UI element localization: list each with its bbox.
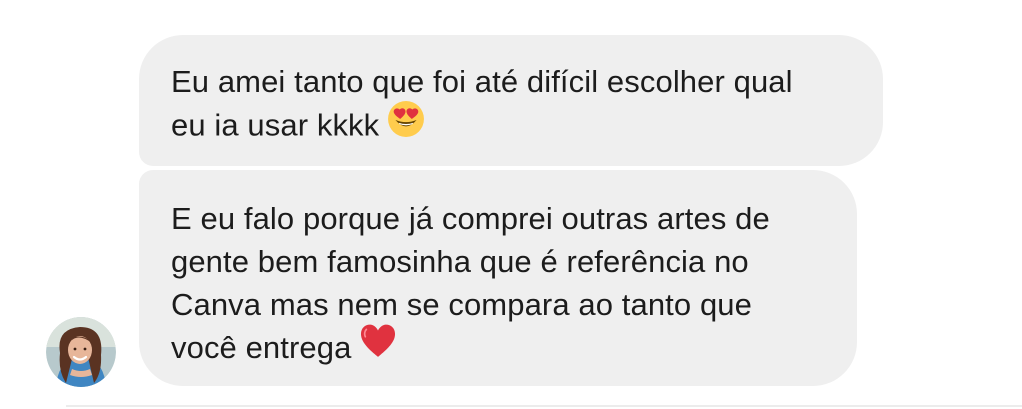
- heart-eyes-emoji-icon: [387, 100, 425, 149]
- message-2-line-3: Canva mas nem se compara ao tanto que: [171, 287, 752, 322]
- message-2-line-2: gente bem famosinha que é referência no: [171, 244, 749, 279]
- message-1-line-2-text: eu ia usar kkkk: [171, 107, 380, 143]
- message-1-line-1: Eu amei tanto que foi até difícil escolh…: [171, 64, 793, 99]
- message-2-line-1: E eu falo porque já comprei outras artes…: [171, 201, 770, 236]
- message-bubble-2[interactable]: E eu falo porque já comprei outras artes…: [139, 170, 857, 386]
- message-bubble-1[interactable]: Eu amei tanto que foi até difícil escolh…: [139, 35, 883, 166]
- profile-photo-icon: [46, 317, 116, 387]
- message-2-line-4-text: você entrega: [171, 330, 352, 365]
- red-heart-emoji-icon: [359, 323, 397, 370]
- message-2-line-4: você entrega: [171, 323, 825, 373]
- divider: [66, 405, 1022, 407]
- message-1-line-2: eu ia usar kkkk: [171, 100, 851, 152]
- avatar[interactable]: [46, 317, 116, 387]
